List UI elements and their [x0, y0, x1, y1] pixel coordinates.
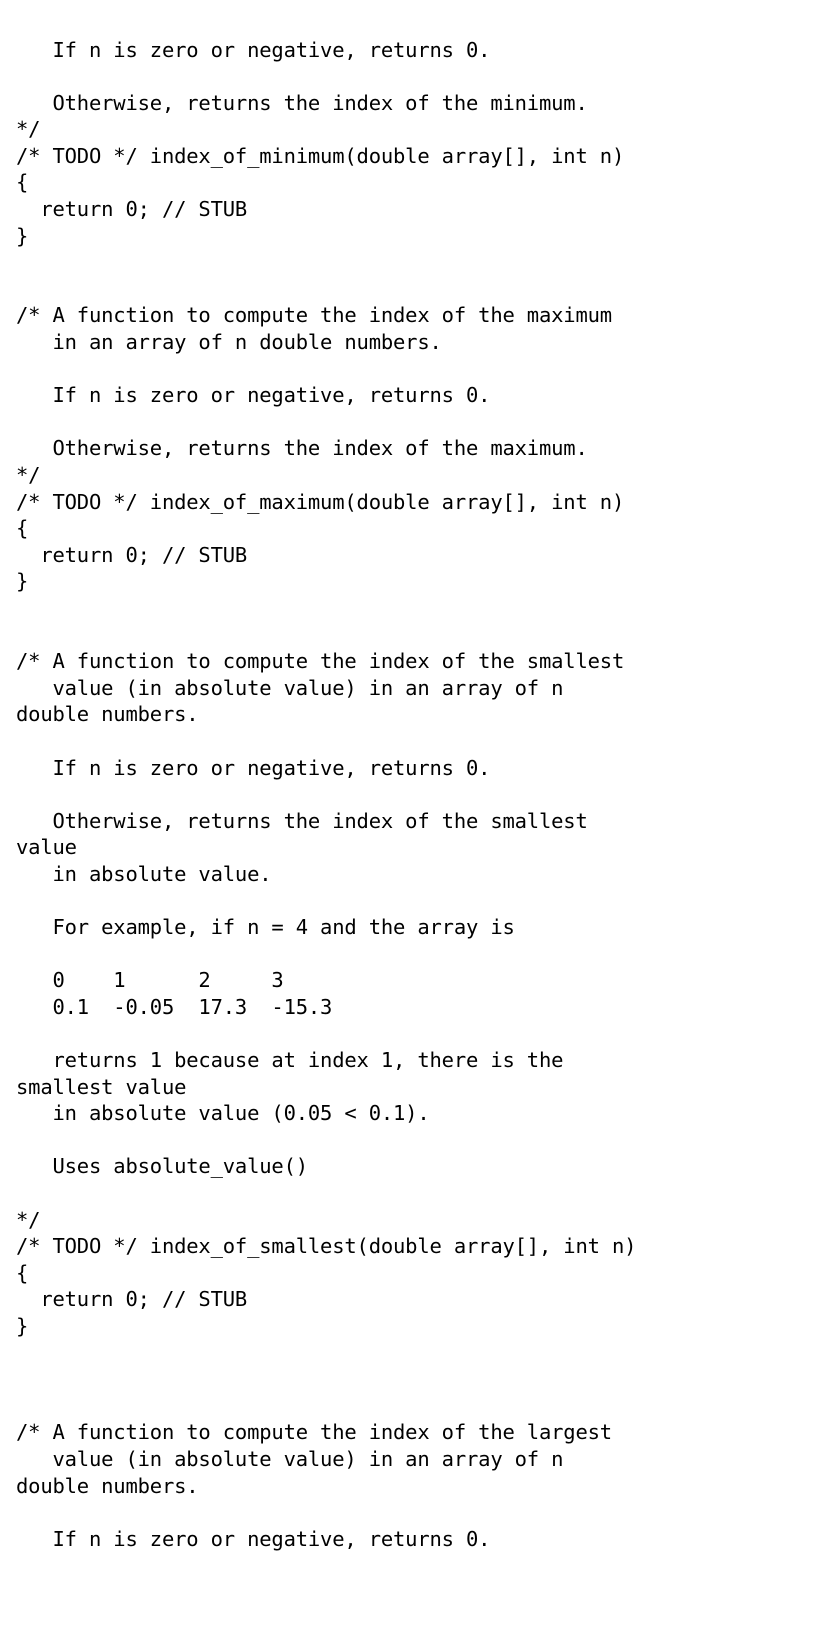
code-line: If n is zero or negative, returns 0. [16, 383, 491, 408]
code-line: } [16, 569, 29, 594]
code-line: /* A function to compute the index of th… [16, 303, 612, 328]
code-line: For example, if n = 4 and the array is [16, 915, 515, 940]
code-line: in absolute value (0.05 < 0.1). [16, 1101, 430, 1126]
code-line: return 0; // STUB [16, 542, 248, 567]
code-line: } [16, 1314, 29, 1338]
code-line: If n is zero or negative, returns 0. [16, 1526, 491, 1551]
code-line: return 0; // STUB [16, 1287, 248, 1312]
code-line: return 0; // STUB [16, 197, 248, 222]
code-line: value (in absolute value) in an array of… [16, 1446, 564, 1471]
code-line: /* TODO */ index_of_smallest(double arra… [16, 1234, 637, 1259]
code-line: /* TODO */ index_of_minimum(double array… [16, 143, 625, 168]
code-line: /* A function to compute the index of th… [16, 649, 625, 674]
code-line: If n is zero or negative, returns 0. [16, 755, 491, 780]
code-line: /* TODO */ index_of_maximum(double array… [16, 489, 625, 514]
code-line: { [16, 170, 29, 195]
code-line: 0.1 -0.05 17.3 -15.3 [16, 994, 333, 1019]
code-line: double numbers. [16, 1473, 199, 1498]
code-line: value (in absolute value) in an array of… [16, 675, 564, 700]
code-line: in absolute value. [16, 861, 272, 886]
code-line: smallest value [16, 1074, 187, 1099]
code-line: double numbers. [16, 702, 199, 727]
code-line: } [16, 223, 29, 248]
code-line: { [16, 516, 29, 541]
code-line: Otherwise, returns the index of the mini… [16, 90, 588, 115]
code-line: Otherwise, returns the index of the maxi… [16, 436, 588, 461]
code-line: If n is zero or negative, returns 0. [16, 37, 491, 62]
code-line: /* A function to compute the index of th… [16, 1420, 612, 1445]
code-line: in an array of n double numbers. [16, 330, 442, 355]
code-line: Uses absolute_value() [16, 1154, 308, 1179]
code-line: */ [16, 1207, 41, 1232]
code-line: Otherwise, returns the index of the smal… [16, 808, 588, 833]
code-line: */ [16, 117, 41, 142]
code-line: 0 1 2 3 [16, 968, 284, 993]
code-line: value [16, 835, 77, 860]
code-line: { [16, 1260, 29, 1285]
code-line: */ [16, 463, 41, 487]
code-listing[interactable]: If n is zero or negative, returns 0. Oth… [0, 20, 828, 1647]
code-line: returns 1 because at index 1, there is t… [16, 1048, 564, 1073]
